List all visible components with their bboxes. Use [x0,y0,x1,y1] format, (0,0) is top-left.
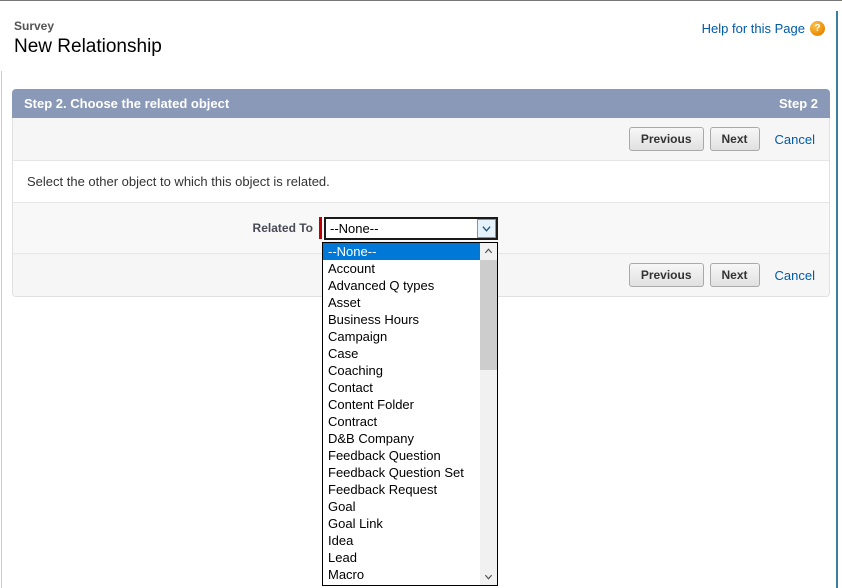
help-area: Help for this Page ? [702,21,825,36]
scrollbar-down-icon[interactable] [480,568,497,585]
dropdown-option[interactable]: Account [323,260,480,277]
previous-button[interactable]: Previous [629,263,704,287]
related-to-select[interactable]: --None-- [324,217,498,240]
top-button-row: Previous Next Cancel [13,118,829,161]
related-to-dropdown-list: --None--AccountAdvanced Q typesAssetBusi… [322,242,498,586]
dropdown-option[interactable]: Campaign [323,328,480,345]
select-current-value: --None-- [326,221,476,236]
page-right-border [836,11,838,588]
dropdown-option[interactable]: Asset [323,294,480,311]
related-to-select-wrap: --None-- --None--AccountAdvanced Q types… [324,217,498,240]
page-title: New Relationship [14,34,842,60]
dropdown-option[interactable]: Advanced Q types [323,277,480,294]
step-section-title: Step 2. Choose the related object [24,96,229,111]
related-to-label: Related To [13,221,313,235]
dropdown-option[interactable]: D&B Company [323,430,480,447]
dropdown-option[interactable]: Contact [323,379,480,396]
dropdown-option[interactable]: Contract [323,413,480,430]
step-section: Step 2. Choose the related object Step 2… [12,89,830,297]
help-link[interactable]: Help for this Page [702,21,805,36]
required-indicator [319,217,322,239]
dropdown-option[interactable]: Coaching [323,362,480,379]
next-button[interactable]: Next [710,127,760,151]
page-left-border [1,71,2,588]
cancel-link[interactable]: Cancel [775,132,815,147]
dropdown-option[interactable]: Goal [323,498,480,515]
page-header: Survey New Relationship Help for this Pa… [0,1,842,60]
dropdown-scrollbar[interactable] [480,243,497,585]
dropdown-option[interactable]: Feedback Question [323,447,480,464]
dropdown-option[interactable]: Feedback Request [323,481,480,498]
chevron-down-icon [482,224,491,233]
dropdown-option[interactable]: Feedback Question Set [323,464,480,481]
dropdown-options: --None--AccountAdvanced Q typesAssetBusi… [323,243,480,585]
dropdown-option[interactable]: Content Folder [323,396,480,413]
step-description: Select the other object to which this ob… [13,161,829,203]
step-section-body: Previous Next Cancel Select the other ob… [12,118,830,297]
scrollbar-up-icon[interactable] [480,243,497,260]
help-question-icon[interactable]: ? [810,21,825,36]
step-number-label: Step 2 [779,96,818,111]
step-section-header: Step 2. Choose the related object Step 2 [12,89,830,118]
previous-button[interactable]: Previous [629,127,704,151]
dropdown-option[interactable]: Lead [323,549,480,566]
dropdown-option[interactable]: Business Hours [323,311,480,328]
dropdown-option[interactable]: Goal Link [323,515,480,532]
dropdown-option[interactable]: Case [323,345,480,362]
dropdown-option[interactable]: Macro [323,566,480,583]
dropdown-option[interactable]: --None-- [323,243,480,260]
cancel-link[interactable]: Cancel [775,268,815,283]
next-button[interactable]: Next [710,263,760,287]
related-to-form-row: Related To --None-- --None--AccountAdvan… [13,203,829,254]
scrollbar-thumb[interactable] [480,260,497,370]
dropdown-option[interactable]: Idea [323,532,480,549]
select-dropdown-button[interactable] [477,219,496,238]
